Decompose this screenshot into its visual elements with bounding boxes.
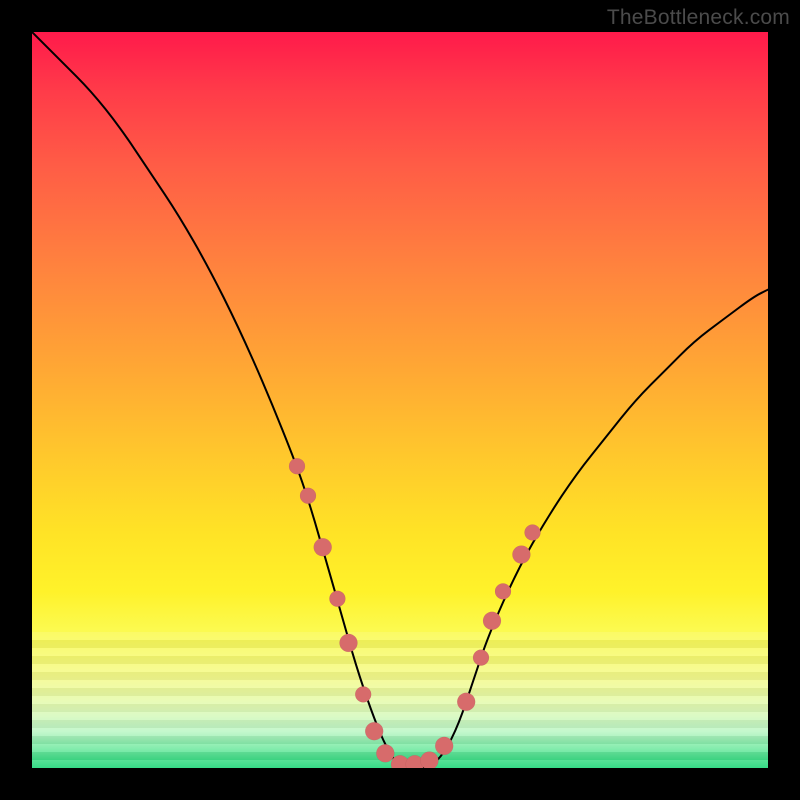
marker-dot: [289, 458, 305, 474]
marker-dot: [376, 744, 394, 762]
plot-area: [32, 32, 768, 768]
marker-dot: [329, 591, 345, 607]
marker-dot: [495, 583, 511, 599]
curve-layer: [32, 32, 768, 768]
marker-dot: [300, 488, 316, 504]
marker-dot: [525, 525, 541, 541]
marker-dot: [435, 737, 453, 755]
marker-dot: [483, 612, 501, 630]
marker-dots: [289, 458, 541, 768]
marker-dot: [512, 546, 530, 564]
marker-dot: [340, 634, 358, 652]
marker-dot: [365, 722, 383, 740]
chart-stage: TheBottleneck.com: [0, 0, 800, 800]
bottleneck-curve: [32, 32, 768, 768]
marker-dot: [473, 650, 489, 666]
marker-dot: [391, 755, 409, 768]
marker-dot: [420, 752, 438, 768]
marker-dot: [314, 538, 332, 556]
marker-dot: [457, 693, 475, 711]
gradient-striations: [32, 632, 768, 768]
watermark-text: TheBottleneck.com: [607, 6, 790, 30]
marker-dot: [406, 755, 424, 768]
marker-dot: [355, 686, 371, 702]
